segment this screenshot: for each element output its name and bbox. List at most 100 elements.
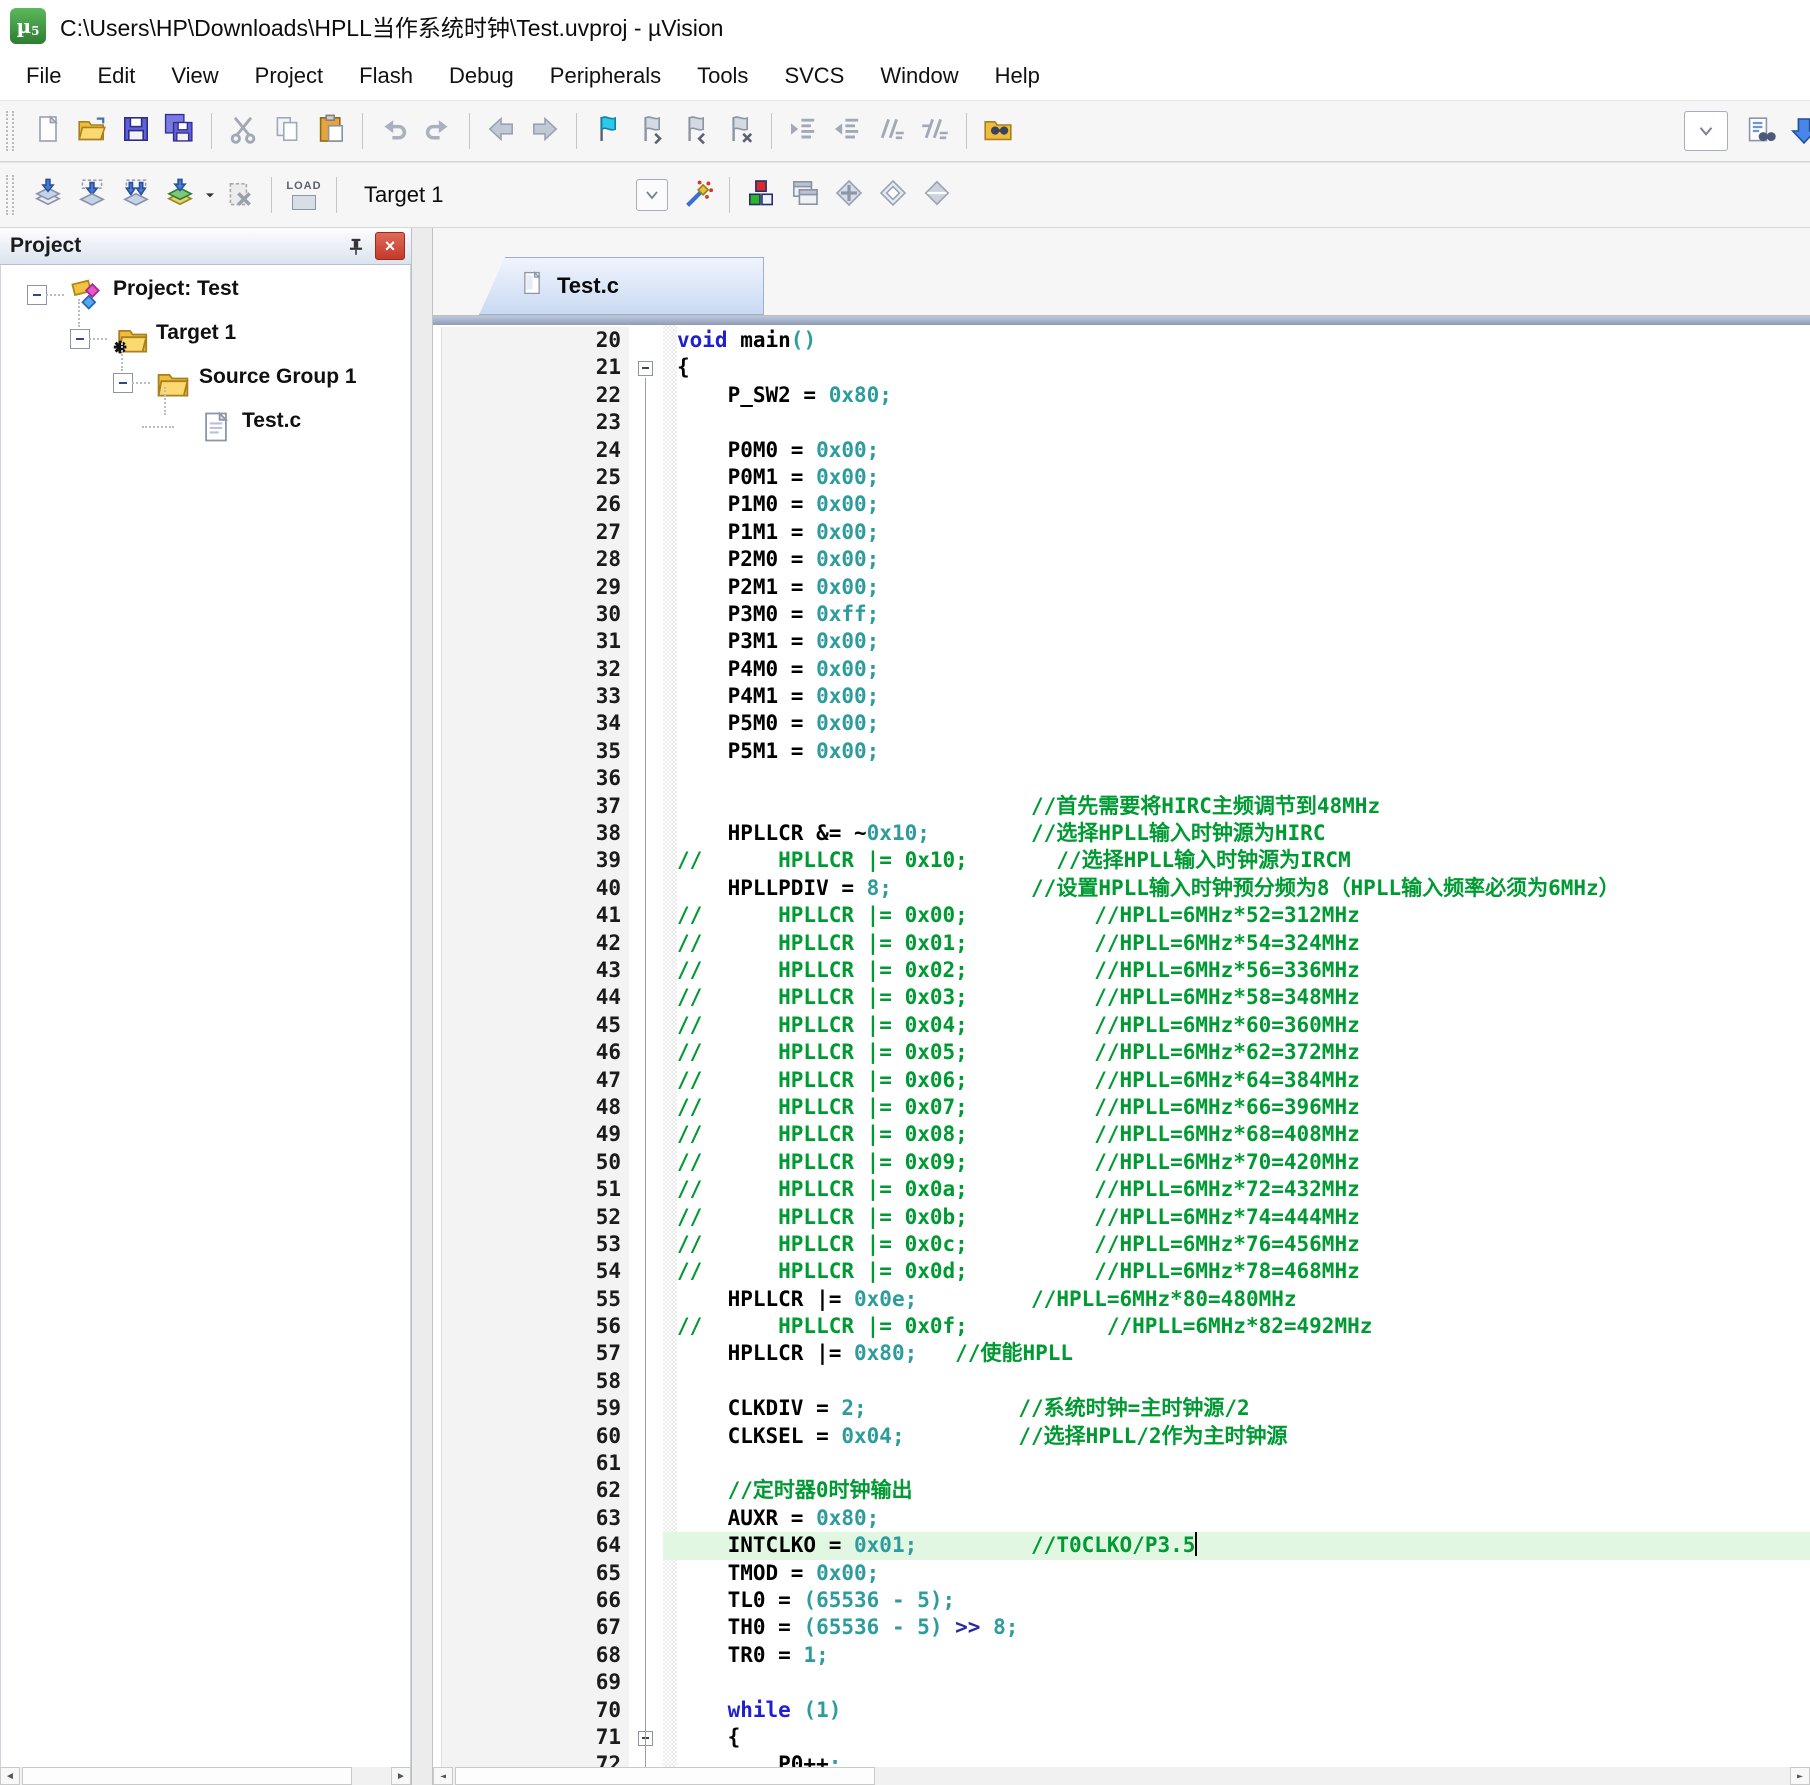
translate-button[interactable] bbox=[26, 171, 70, 219]
code-editor[interactable]: 20void main()21{22 P_SW2 = 0x80;2324 P0M… bbox=[433, 325, 1810, 1785]
code-line: 51// HPLLCR |= 0x0a; //HPLL=6MHz*72=432M… bbox=[433, 1176, 1810, 1203]
code-line: 55 HPLLCR |= 0x0e; //HPLL=6MHz*80=480MHz bbox=[433, 1286, 1810, 1313]
watch-windows-button[interactable] bbox=[915, 171, 959, 219]
line-number: 58 bbox=[433, 1368, 629, 1395]
next-bookmark-button[interactable] bbox=[630, 107, 674, 155]
line-number: 20 bbox=[433, 327, 629, 354]
translate-icon bbox=[32, 177, 64, 214]
find-in-files-button[interactable] bbox=[976, 107, 1020, 155]
batch-build-button[interactable] bbox=[158, 171, 202, 219]
uncomment-selection-button[interactable] bbox=[913, 107, 957, 155]
code-line: 62 //定时器0时钟输出 bbox=[433, 1477, 1810, 1504]
toolbar-drag-handle[interactable] bbox=[6, 111, 14, 151]
build-button[interactable] bbox=[70, 171, 114, 219]
comment-selection-button[interactable] bbox=[869, 107, 913, 155]
batch-build-caret[interactable] bbox=[202, 171, 218, 219]
redo-button[interactable] bbox=[416, 107, 460, 155]
manage-components-button[interactable] bbox=[739, 171, 783, 219]
outdent-button[interactable] bbox=[825, 107, 869, 155]
cascade-windows-button[interactable] bbox=[783, 171, 827, 219]
project-tree[interactable]: Project: TestTarget 1Source Group 1Test.… bbox=[0, 265, 411, 1785]
code-line: 67 TH0 = (65536 - 5) >> 8; bbox=[433, 1614, 1810, 1641]
debug-windows-button[interactable] bbox=[827, 171, 871, 219]
paste-icon bbox=[315, 113, 347, 150]
tree-expand-box[interactable] bbox=[113, 373, 133, 393]
incremental-find-button[interactable] bbox=[1782, 107, 1810, 155]
tree-item-source-group-1[interactable]: Source Group 1 bbox=[1, 361, 410, 405]
code-line: 61 bbox=[433, 1450, 1810, 1477]
tree-expand-box[interactable] bbox=[27, 285, 47, 305]
tree-expand-box[interactable] bbox=[70, 329, 90, 349]
tree-item-target-1[interactable]: Target 1 bbox=[1, 317, 410, 361]
cut-button[interactable] bbox=[221, 107, 265, 155]
code-line: 47// HPLLCR |= 0x06; //HPLL=6MHz*64=384M… bbox=[433, 1067, 1810, 1094]
code-line: 59 CLKDIV = 2; //系统时钟=主时钟源/2 bbox=[433, 1395, 1810, 1422]
line-number: 35 bbox=[433, 738, 629, 765]
scroll-right-button[interactable]: ► bbox=[391, 1767, 411, 1785]
tab-test-c[interactable]: Test.c bbox=[479, 257, 764, 315]
menu-project[interactable]: Project bbox=[237, 57, 341, 95]
project-horizontal-scrollbar[interactable]: ◄ ► bbox=[0, 1767, 411, 1785]
save-all-button[interactable] bbox=[158, 107, 202, 155]
code-line: 39// HPLLCR |= 0x10; //选择HPLL输入时钟源为IRCM bbox=[433, 847, 1810, 874]
menu-debug[interactable]: Debug bbox=[431, 57, 532, 95]
toolbar-drag-handle[interactable] bbox=[6, 175, 14, 215]
chip-icon bbox=[292, 195, 316, 210]
stop-build-button[interactable] bbox=[218, 171, 262, 219]
line-number: 60 bbox=[433, 1423, 629, 1450]
save-button[interactable] bbox=[114, 107, 158, 155]
uvision-logo-icon: µ5 bbox=[10, 8, 46, 44]
menu-edit[interactable]: Edit bbox=[79, 57, 153, 95]
toggle-bookmark-button[interactable] bbox=[586, 107, 630, 155]
tree-item-project-test[interactable]: Project: Test bbox=[1, 273, 410, 317]
target-select-chevron[interactable] bbox=[636, 179, 668, 211]
scroll-right-button[interactable]: ► bbox=[1790, 1767, 1810, 1785]
line-number: 36 bbox=[433, 765, 629, 792]
scrollbar-thumb[interactable] bbox=[455, 1767, 875, 1785]
undo-button[interactable] bbox=[372, 107, 416, 155]
new-file-button[interactable] bbox=[26, 107, 70, 155]
fold-collapse-box[interactable] bbox=[638, 361, 653, 376]
menu-peripherals[interactable]: Peripherals bbox=[532, 57, 679, 95]
menu-tools[interactable]: Tools bbox=[679, 57, 766, 95]
menu-svcs[interactable]: SVCS bbox=[766, 57, 862, 95]
previous-bookmark-button[interactable] bbox=[674, 107, 718, 155]
navigate-forward-icon bbox=[529, 113, 561, 150]
menu-window[interactable]: Window bbox=[862, 57, 976, 95]
rebuild-button[interactable] bbox=[114, 171, 158, 219]
open-folder-button[interactable] bbox=[70, 107, 114, 155]
navigate-forward-button[interactable] bbox=[523, 107, 567, 155]
find-in-files-doc-button[interactable] bbox=[1738, 107, 1782, 155]
pin-icon[interactable] bbox=[341, 231, 371, 261]
copy-button[interactable] bbox=[265, 107, 309, 155]
find-in-files-icon bbox=[982, 113, 1014, 150]
menu-view[interactable]: View bbox=[153, 57, 236, 95]
load-flash-button[interactable]: LOAD bbox=[281, 171, 327, 219]
clear-bookmarks-button[interactable] bbox=[718, 107, 762, 155]
code-line: 63 AUXR = 0x80; bbox=[433, 1505, 1810, 1532]
quick-find-combobox[interactable] bbox=[1684, 111, 1728, 151]
scroll-left-button[interactable]: ◄ bbox=[433, 1767, 453, 1785]
scrollbar-thumb[interactable] bbox=[22, 1767, 352, 1785]
memory-windows-button[interactable] bbox=[871, 171, 915, 219]
line-number: 46 bbox=[433, 1039, 629, 1066]
line-number: 70 bbox=[433, 1697, 629, 1724]
scroll-left-button[interactable]: ◄ bbox=[0, 1767, 20, 1785]
editor-horizontal-scrollbar[interactable]: ◄ ► bbox=[433, 1767, 1810, 1785]
paste-button[interactable] bbox=[309, 107, 353, 155]
tree-item-test-c[interactable]: Test.c bbox=[1, 405, 410, 449]
window-title: C:\Users\HP\Downloads\HPLL当作系统时钟\Test.uv… bbox=[60, 9, 723, 43]
menu-file[interactable]: File bbox=[8, 57, 79, 95]
navigate-back-button[interactable] bbox=[479, 107, 523, 155]
close-icon[interactable]: × bbox=[375, 232, 405, 260]
target-select-combobox[interactable]: Target 1 bbox=[352, 173, 670, 217]
panel-splitter[interactable] bbox=[412, 228, 432, 1785]
code-line: 30 P3M0 = 0xff; bbox=[433, 601, 1810, 628]
toolbar-separator bbox=[362, 113, 363, 149]
options-for-target-button[interactable] bbox=[676, 171, 720, 219]
line-number: 71 bbox=[433, 1724, 629, 1751]
menu-help[interactable]: Help bbox=[977, 57, 1058, 95]
indent-button[interactable] bbox=[781, 107, 825, 155]
navigate-back-icon bbox=[485, 113, 517, 150]
menu-flash[interactable]: Flash bbox=[341, 57, 431, 95]
